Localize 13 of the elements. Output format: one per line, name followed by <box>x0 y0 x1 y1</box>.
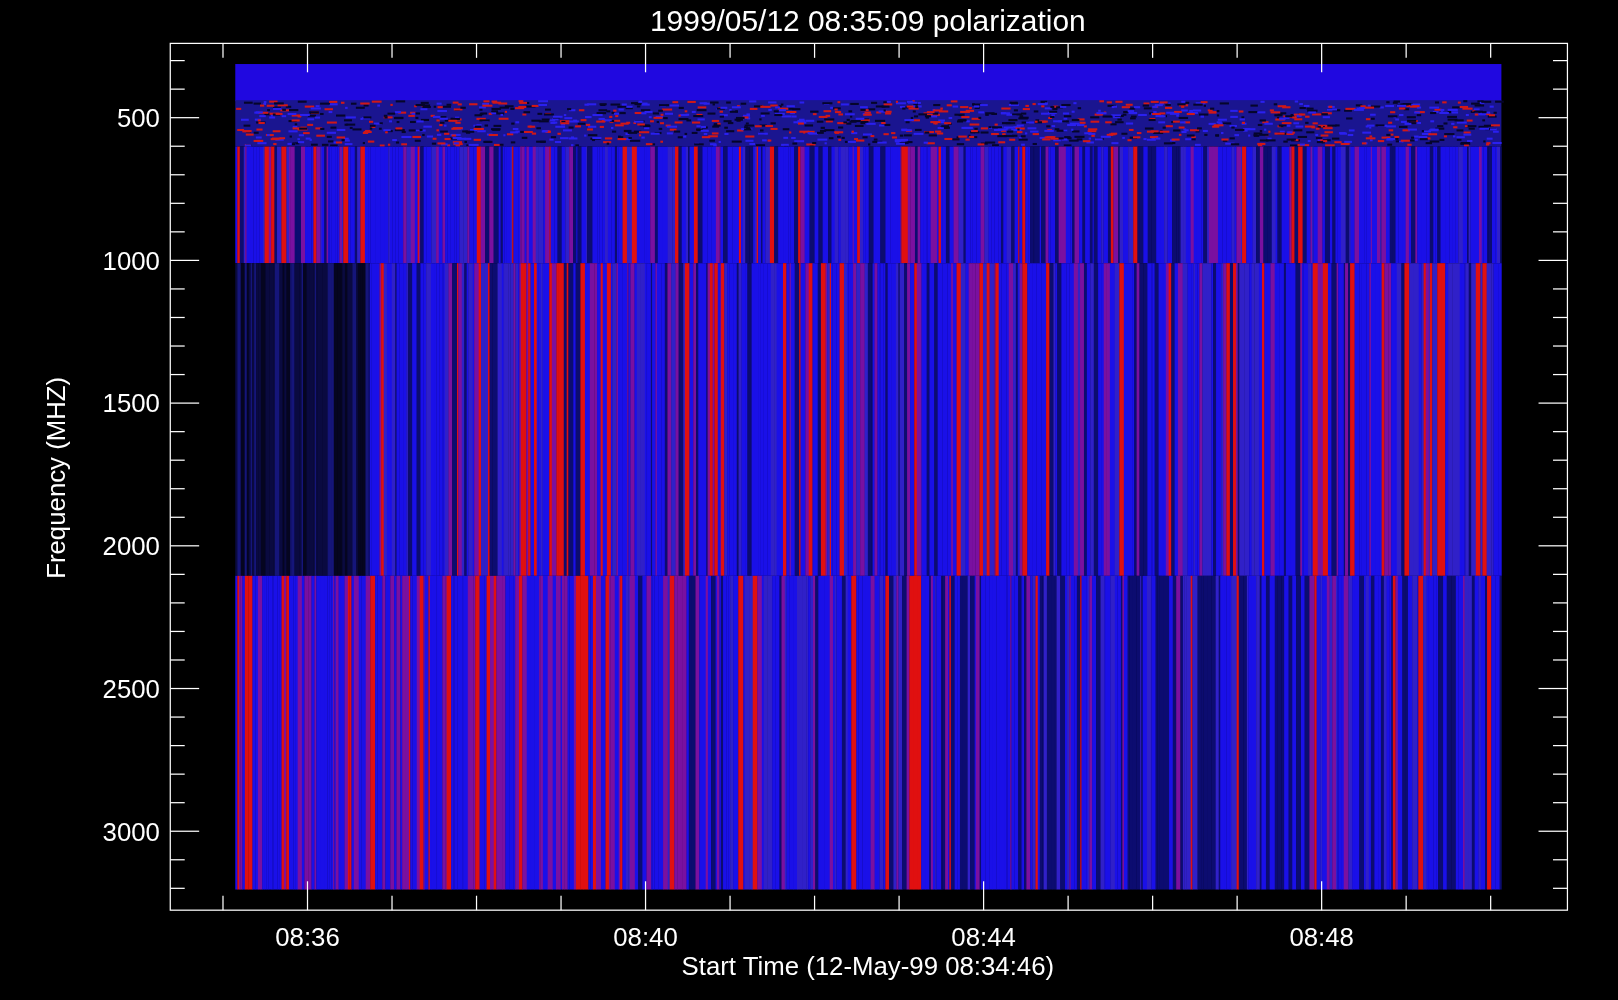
y-axis-label: Frequency (MHZ) <box>42 376 70 579</box>
x-tick-label: 08:44 <box>951 923 1016 952</box>
x-tick-label: 08:36 <box>275 923 340 952</box>
y-tick-label: 2500 <box>102 674 160 703</box>
x-tick-label: 08:40 <box>613 923 678 952</box>
x-axis-label: Start Time (12-May-99 08:34:46) <box>681 952 1055 981</box>
y-tick-label: 3000 <box>102 817 160 846</box>
y-tick-label: 1000 <box>102 246 160 275</box>
y-tick-label: 2000 <box>102 532 160 561</box>
x-tick-label: 08:48 <box>1289 923 1354 952</box>
y-tick-label: 1500 <box>102 389 160 418</box>
y-tick-label: 500 <box>116 103 160 132</box>
chart-title: 1999/05/12 08:35:09 polarization <box>650 4 1086 37</box>
